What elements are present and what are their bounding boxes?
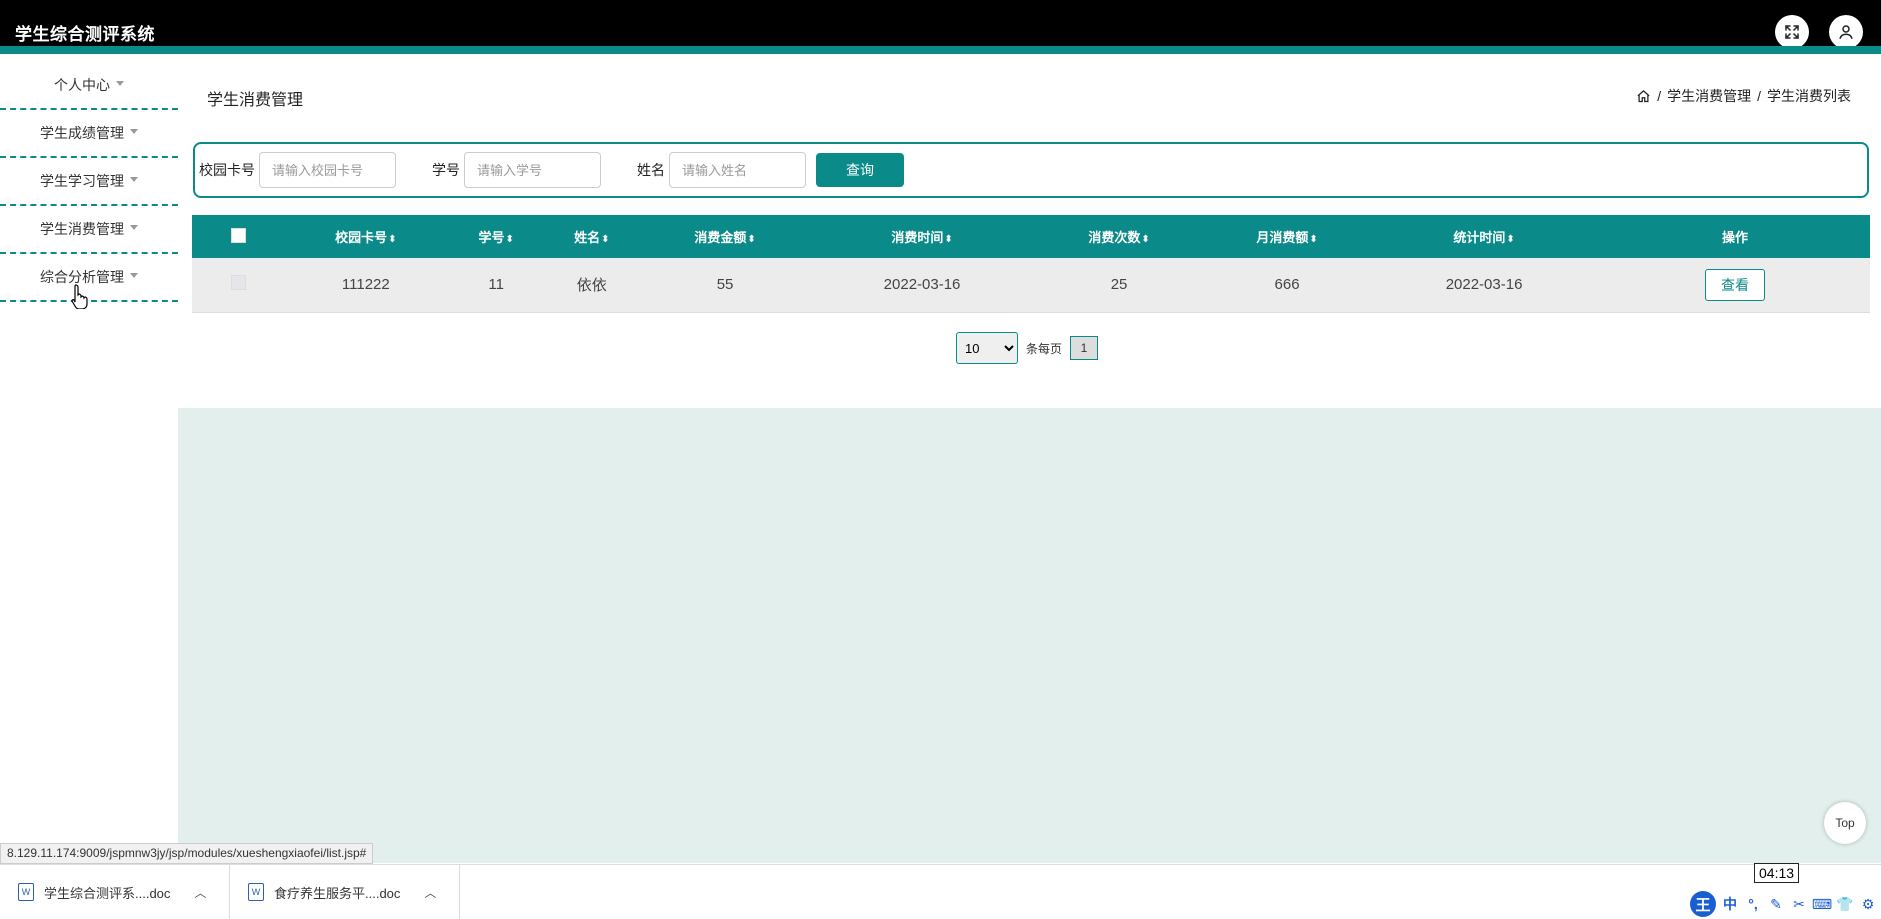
breadcrumb-separator: / xyxy=(1757,88,1761,104)
sidebar-item-grade-management[interactable]: 学生成绩管理 xyxy=(0,110,178,158)
home-icon[interactable] xyxy=(1636,89,1651,104)
downloads-bar: W 学生综合测评系....doc ︿ W 食疗养生服务平....doc ︿ xyxy=(0,864,1881,919)
sort-icon: ⬍ xyxy=(505,234,514,245)
cell-count: 25 xyxy=(1110,276,1128,294)
name-label: 姓名 xyxy=(637,162,665,178)
caret-down-icon xyxy=(130,224,138,230)
student-id-input[interactable] xyxy=(464,152,601,188)
per-page-label: 条每页 xyxy=(1026,341,1063,356)
user-button[interactable] xyxy=(1829,15,1863,49)
clock-tooltip: 04:13 xyxy=(1754,863,1800,883)
select-all-checkbox[interactable] xyxy=(230,227,246,243)
caret-down-icon xyxy=(130,176,138,182)
cell-time: 2022-03-16 xyxy=(883,276,961,294)
sidebar-item-consumption-management[interactable]: 学生消费管理 xyxy=(0,206,178,254)
sidebar-item-label: 学生成绩管理 xyxy=(40,125,124,141)
column-header-stat-time[interactable]: 统计时间⬍ xyxy=(1368,215,1600,258)
column-header-student-id[interactable]: 学号⬍ xyxy=(447,215,546,258)
pagination: 10 条每页 1 xyxy=(956,332,1099,364)
cell-name: 依依 xyxy=(576,277,607,295)
user-icon xyxy=(1839,25,1853,39)
status-bar-url: 8.129.11.174:9009/jspmnw3jy/jsp/modules/… xyxy=(0,843,374,864)
sort-icon: ⬍ xyxy=(601,234,610,245)
card-number-input[interactable] xyxy=(259,152,396,188)
ime-mode-icon[interactable]: 中 xyxy=(1721,895,1739,913)
hand-cursor-icon xyxy=(71,284,88,309)
download-filename: 食疗养生服务平....doc xyxy=(274,885,401,901)
sort-icon: ⬍ xyxy=(944,234,953,245)
column-header-amount[interactable]: 消费金额⬍ xyxy=(638,215,812,258)
system-tray: 王 中 °, ✎ ✂ ⌨ 👕 ⚙ xyxy=(1690,891,1877,917)
sort-icon: ⬍ xyxy=(747,234,756,245)
caret-down-icon xyxy=(116,80,124,86)
page-button-current[interactable]: 1 xyxy=(1070,336,1099,360)
cell-student-id: 11 xyxy=(488,276,504,294)
column-header-card[interactable]: 校园卡号⬍ xyxy=(285,215,447,258)
card-number-label: 校园卡号 xyxy=(199,162,255,178)
app-title: 学生综合测评系统 xyxy=(15,25,155,44)
sidebar-item-label: 学生消费管理 xyxy=(40,221,124,237)
sort-icon: ⬍ xyxy=(388,234,397,245)
sidebar: 个人中心 学生成绩管理 学生学习管理 学生消费管理 综合分析管理 xyxy=(0,62,178,862)
sidebar-item-personal-center[interactable]: 个人中心 xyxy=(0,62,178,110)
table-row: 111222 11 依依 55 2022-03-16 25 666 2022-0… xyxy=(192,258,1870,312)
back-to-top-button[interactable]: Top xyxy=(1824,802,1866,844)
table-header-row: 校园卡号⬍ 学号⬍ 姓名⬍ 消费金额⬍ 消费时间⬍ 消费次数⬍ 月消费额⬍ 统计… xyxy=(192,215,1870,258)
document-icon: W xyxy=(18,883,34,901)
column-header-monthly[interactable]: 月消费额⬍ xyxy=(1206,215,1368,258)
view-button[interactable]: 查看 xyxy=(1704,268,1765,301)
breadcrumb-separator: / xyxy=(1657,88,1662,104)
pen-icon[interactable]: ✎ xyxy=(1767,895,1785,913)
chevron-up-icon[interactable]: ︿ xyxy=(194,884,206,901)
sidebar-item-study-management[interactable]: 学生学习管理 xyxy=(0,158,178,206)
document-icon: W xyxy=(248,883,264,901)
column-header-count[interactable]: 消费次数⬍ xyxy=(1032,215,1206,258)
sidebar-item-label: 个人中心 xyxy=(54,77,110,93)
sort-icon: ⬍ xyxy=(1309,234,1318,245)
search-button[interactable]: 查询 xyxy=(816,153,904,187)
cell-monthly: 666 xyxy=(1274,276,1300,294)
cell-card: 111222 xyxy=(341,276,390,294)
fullscreen-button[interactable] xyxy=(1775,15,1809,49)
consumption-table: 校园卡号⬍ 学号⬍ 姓名⬍ 消费金额⬍ 消费时间⬍ 消费次数⬍ 月消费额⬍ 统计… xyxy=(192,215,1870,313)
download-item[interactable]: W 食疗养生服务平....doc ︿ xyxy=(230,865,460,919)
sort-icon: ⬍ xyxy=(1506,234,1515,245)
cell-stat-time: 2022-03-16 xyxy=(1445,276,1523,294)
cell-amount: 55 xyxy=(716,276,734,294)
student-id-label: 学号 xyxy=(432,162,460,178)
page-title: 学生消费管理 xyxy=(207,92,304,109)
shirt-icon[interactable]: 👕 xyxy=(1836,895,1854,913)
top-bar: 学生综合测评系统 xyxy=(0,0,1881,54)
column-header-name[interactable]: 姓名⬍ xyxy=(545,215,638,258)
scissors-icon[interactable]: ✂ xyxy=(1790,895,1808,913)
sidebar-item-label: 学生学习管理 xyxy=(40,173,124,189)
search-panel: 校园卡号 学号 姓名 查询 xyxy=(193,142,1869,198)
caret-down-icon xyxy=(130,128,138,134)
main-content: 学生消费管理 / 学生消费管理 / 学生消费列表 校园卡号 学号 姓名 查询 xyxy=(178,62,1881,862)
breadcrumb-item-consumption-management[interactable]: 学生消费管理 xyxy=(1667,86,1751,106)
chevron-up-icon[interactable]: ︿ xyxy=(424,884,436,901)
header-accent-strip xyxy=(0,46,1881,54)
download-filename: 学生综合测评系....doc xyxy=(44,885,171,901)
column-header-time[interactable]: 消费时间⬍ xyxy=(812,215,1032,258)
page-size-select[interactable]: 10 xyxy=(956,332,1018,364)
breadcrumb-item-consumption-list: 学生消费列表 xyxy=(1767,88,1851,104)
column-header-action: 操作 xyxy=(1721,230,1748,245)
settings-gear-icon[interactable]: ⚙ xyxy=(1859,895,1877,913)
punctuation-icon[interactable]: °, xyxy=(1744,895,1762,913)
keyboard-icon[interactable]: ⌨ xyxy=(1812,895,1832,913)
name-input[interactable] xyxy=(669,152,806,188)
expand-icon xyxy=(1785,25,1799,39)
ime-logo-icon[interactable]: 王 xyxy=(1690,891,1716,917)
caret-down-icon xyxy=(130,272,138,278)
download-item[interactable]: W 学生综合测评系....doc ︿ xyxy=(0,865,230,919)
row-checkbox[interactable] xyxy=(230,275,246,291)
breadcrumb: / 学生消费管理 / 学生消费列表 xyxy=(1636,86,1851,106)
sort-icon: ⬍ xyxy=(1141,234,1150,245)
